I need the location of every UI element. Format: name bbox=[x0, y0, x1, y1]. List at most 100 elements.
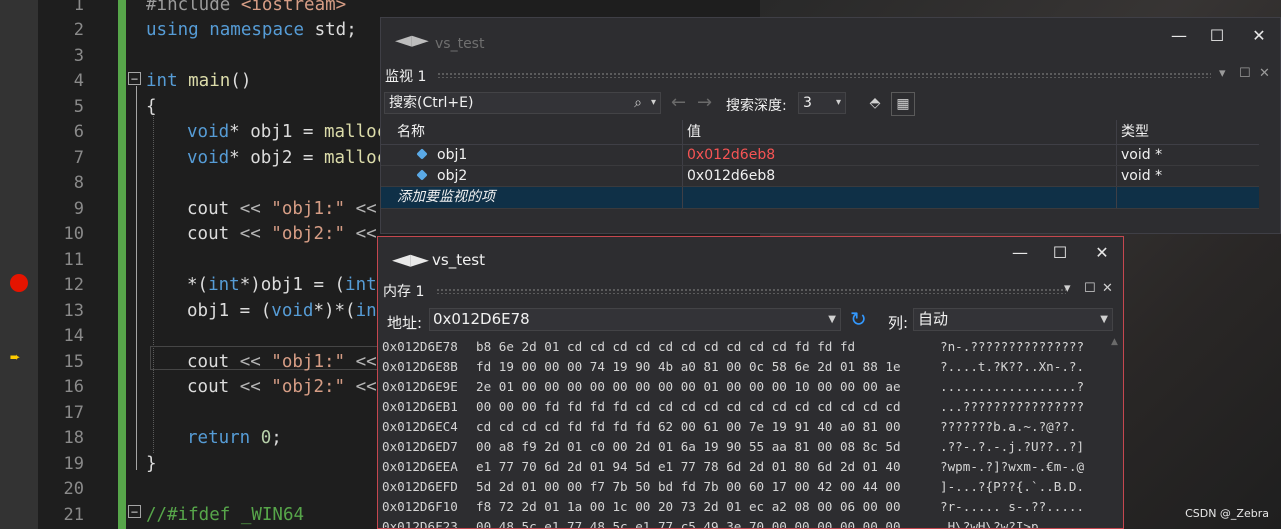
empty-cell bbox=[1116, 187, 1259, 208]
grid-header: 名称 值 类型 bbox=[381, 120, 1259, 145]
line-number: 6 bbox=[73, 122, 84, 142]
fold-toggle-icon[interactable]: − bbox=[128, 505, 141, 518]
visual-studio-logo-icon: ◄► bbox=[392, 245, 429, 273]
line-number: 19 bbox=[63, 454, 84, 474]
dropdown-icon[interactable]: ▾ bbox=[1219, 66, 1226, 81]
code-line: using namespace std; bbox=[146, 20, 357, 40]
watch-type-cell: void * bbox=[1116, 145, 1259, 165]
breakpoint-gutter[interactable] bbox=[0, 0, 38, 529]
code-line: } bbox=[146, 454, 157, 474]
columns-label: 列: bbox=[888, 314, 909, 332]
watch-name-cell: obj1 bbox=[381, 145, 682, 165]
maximize-button[interactable]: ☐ bbox=[1207, 26, 1227, 45]
drag-grip[interactable] bbox=[436, 288, 1066, 294]
fold-guide bbox=[136, 86, 137, 470]
line-number: 11 bbox=[63, 250, 84, 270]
line-number: 15 bbox=[63, 352, 84, 372]
columns-select[interactable]: 自动 ▼ bbox=[913, 308, 1113, 331]
maximize-panel-icon[interactable]: ☐ bbox=[1084, 281, 1096, 296]
table-row[interactable]: obj1 0x012d6eb8 void * bbox=[381, 145, 1259, 166]
add-watch-item[interactable]: 添加要监视的项 bbox=[381, 187, 682, 208]
dropdown-icon[interactable]: ▾ bbox=[1064, 281, 1071, 296]
maximize-panel-icon[interactable]: ☐ bbox=[1239, 66, 1251, 81]
breakpoint-icon[interactable] bbox=[10, 274, 28, 292]
watch-name-cell: obj2 bbox=[381, 166, 682, 186]
variable-icon bbox=[416, 148, 428, 160]
vertical-scrollbar[interactable]: ▲ bbox=[1109, 337, 1123, 528]
code-line: cout << "obj1:" << bbox=[187, 352, 377, 372]
watch-window[interactable]: ◄► vs_test — ☐ ✕ 监视 1 ▾ ☐ ✕ 搜索(Ctrl+E) ⌕… bbox=[380, 17, 1281, 234]
chevron-down-icon[interactable]: ▼ bbox=[1100, 309, 1108, 330]
code-line: { bbox=[146, 97, 157, 117]
address-input[interactable]: 0x012D6E78 ▼ bbox=[429, 308, 841, 331]
code-line: void* obj2 = malloc bbox=[187, 148, 388, 168]
fold-toggle-icon[interactable]: − bbox=[128, 72, 141, 85]
table-row[interactable]: obj2 0x012d6eb8 void * bbox=[381, 166, 1259, 187]
watch-value-cell[interactable]: 0x012d6eb8 bbox=[682, 145, 1116, 165]
line-number: 16 bbox=[63, 377, 84, 397]
variable-icon bbox=[416, 169, 428, 181]
chevron-down-icon[interactable]: ▾ bbox=[651, 93, 656, 113]
code-line: cout << "obj2:" << bbox=[187, 224, 377, 244]
address-label: 地址: bbox=[387, 314, 423, 332]
window-title: vs_test bbox=[432, 251, 485, 269]
add-watch-row[interactable]: 添加要监视的项 bbox=[381, 187, 1259, 209]
code-line: obj1 = (void*)*(in bbox=[187, 301, 377, 321]
memory-window[interactable]: ◄► vs_test — ☐ ✕ 内存 1 ▾ ☐ ✕ 地址: 0x012D6E… bbox=[377, 236, 1124, 529]
forward-arrow-icon[interactable]: → bbox=[697, 92, 712, 113]
code-line: *(int*)obj1 = (int bbox=[187, 275, 377, 295]
code-line: cout << "obj2:" << bbox=[187, 377, 377, 397]
line-number: 8 bbox=[73, 173, 84, 193]
code-line: return 0; bbox=[187, 428, 282, 448]
chevron-down-icon[interactable]: ▼ bbox=[828, 309, 836, 330]
line-number: 9 bbox=[73, 199, 84, 219]
watch-titlebar[interactable]: ◄► vs_test — ☐ ✕ bbox=[381, 18, 1280, 62]
code-line: int main() bbox=[146, 71, 252, 91]
current-statement-arrow-icon: ➨ bbox=[10, 348, 21, 368]
refresh-icon[interactable]: ↻ bbox=[850, 307, 867, 331]
code-line: void* obj1 = malloc bbox=[187, 122, 388, 142]
visual-studio-logo-icon: ◄► bbox=[395, 28, 429, 53]
maximize-button[interactable]: ☐ bbox=[1050, 243, 1070, 262]
close-panel-icon[interactable]: ✕ bbox=[1259, 66, 1270, 81]
search-icon[interactable]: ⌕ bbox=[634, 93, 642, 113]
column-header-name[interactable]: 名称 bbox=[381, 120, 682, 144]
panel-title: 监视 1 bbox=[385, 69, 427, 85]
line-number: 2 bbox=[73, 20, 84, 40]
window-title: vs_test bbox=[435, 36, 485, 52]
close-button[interactable]: ✕ bbox=[1249, 26, 1269, 45]
panel-title: 内存 1 bbox=[383, 284, 425, 300]
line-numbers: 1 2 3 4 5 6 7 8 9 10 11 12 13 14 15 16 1… bbox=[38, 0, 118, 529]
watch-value-cell[interactable]: 0x012d6eb8 bbox=[682, 166, 1116, 186]
drag-grip[interactable] bbox=[437, 72, 1211, 78]
chevron-down-icon[interactable]: ▾ bbox=[836, 93, 841, 113]
line-number: 10 bbox=[63, 224, 84, 244]
change-tracking-bar bbox=[118, 0, 126, 529]
search-depth-select[interactable]: 3 ▾ bbox=[798, 92, 846, 114]
minimize-button[interactable]: — bbox=[1169, 26, 1189, 45]
watermark: CSDN @_Zebra bbox=[1185, 507, 1269, 520]
close-button[interactable]: ✕ bbox=[1092, 243, 1112, 262]
hex-display-icon[interactable]: ▦ bbox=[891, 92, 915, 116]
minimize-button[interactable]: — bbox=[1010, 243, 1030, 262]
column-header-type[interactable]: 类型 bbox=[1116, 120, 1259, 144]
pin-icon[interactable]: ⬘ bbox=[864, 92, 886, 114]
line-number: 7 bbox=[73, 148, 84, 168]
line-number: 3 bbox=[73, 46, 84, 66]
scroll-up-icon[interactable]: ▲ bbox=[1111, 337, 1118, 347]
search-input[interactable]: 搜索(Ctrl+E) ⌕ ▾ bbox=[384, 92, 661, 114]
code-line: cout << "obj1:" << bbox=[187, 199, 377, 219]
line-number: 12 bbox=[63, 275, 84, 295]
back-arrow-icon[interactable]: ← bbox=[671, 92, 686, 113]
line-number: 18 bbox=[63, 428, 84, 448]
column-header-value[interactable]: 值 bbox=[682, 120, 1116, 144]
line-number: 13 bbox=[63, 301, 84, 321]
watch-type-cell: void * bbox=[1116, 166, 1259, 186]
line-number: 1 bbox=[73, 0, 84, 15]
close-panel-icon[interactable]: ✕ bbox=[1102, 281, 1113, 296]
search-depth-label: 搜索深度: bbox=[726, 98, 787, 114]
empty-cell bbox=[682, 187, 1116, 208]
code-line: //#ifdef _WIN64 bbox=[146, 505, 305, 525]
line-number: 20 bbox=[63, 479, 84, 499]
line-number: 21 bbox=[63, 505, 84, 525]
